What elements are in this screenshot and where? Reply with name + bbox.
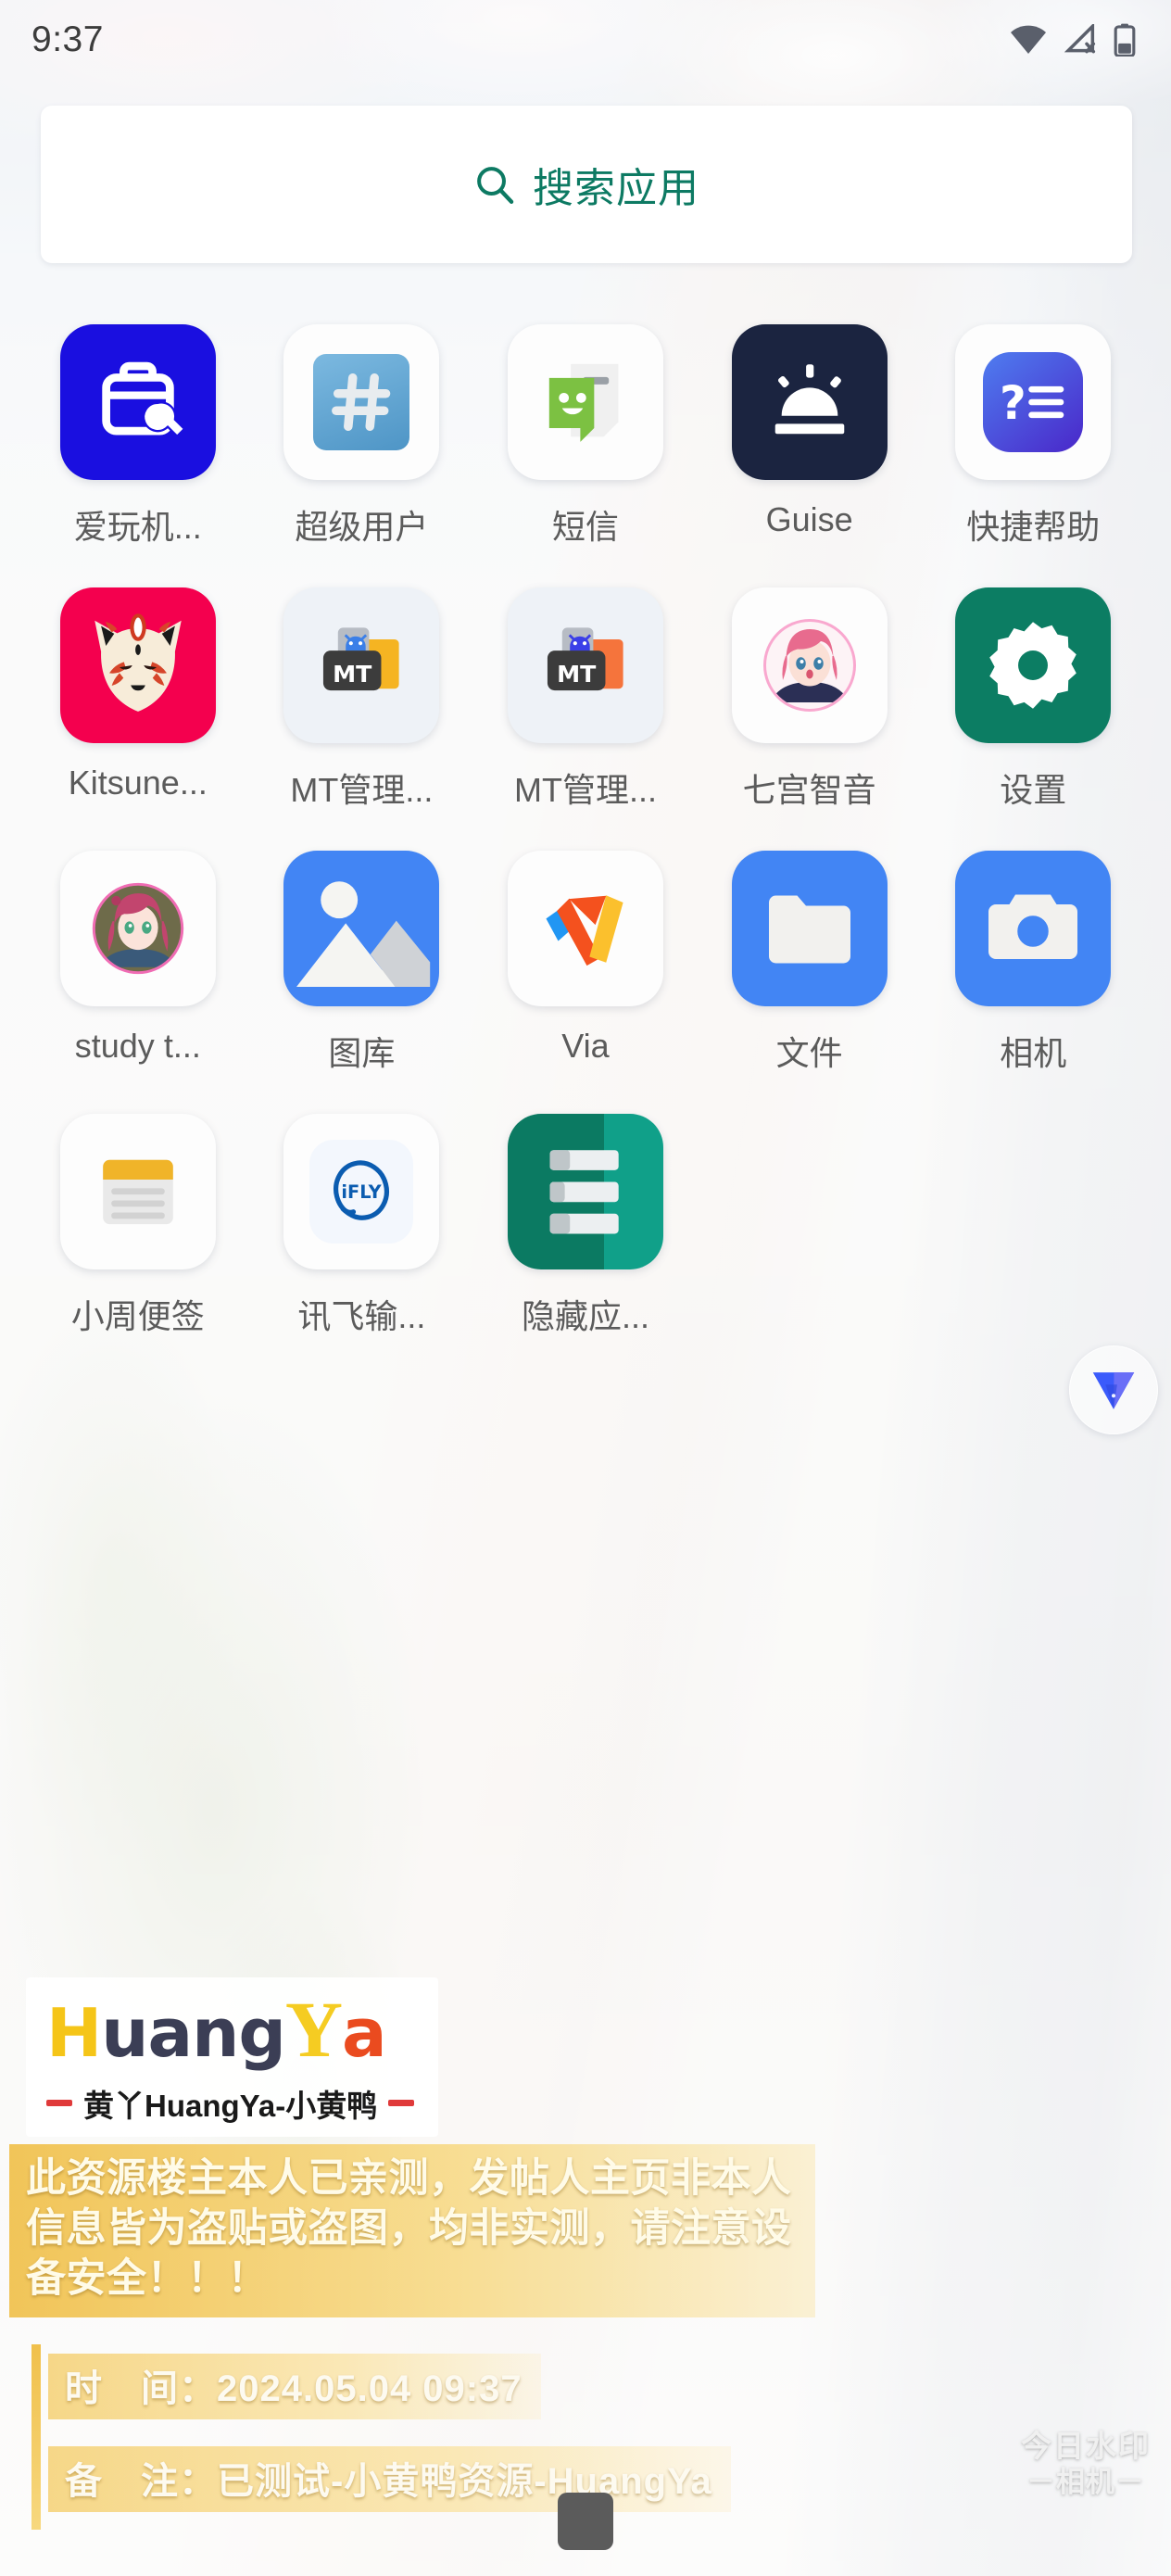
app-label: MT管理... <box>290 771 434 809</box>
svg-text:iFLY: iFLY <box>342 1181 383 1203</box>
app-tile-sms[interactable]: 短信 <box>473 324 698 549</box>
app-tile-mt-manager-2[interactable]: MT MT管理... <box>473 587 698 812</box>
status-bar-icons <box>1010 23 1136 57</box>
app-label: 短信 <box>551 508 619 546</box>
app-tile-ifly-ime[interactable]: iFLY 讯飞输... <box>250 1114 474 1338</box>
app-label: 图库 <box>328 1034 396 1072</box>
toolbox-wrench-icon[interactable] <box>59 324 216 480</box>
app-label: 相机 <box>1000 1034 1067 1072</box>
gallery-photo-icon[interactable] <box>283 851 440 1006</box>
files-folder-icon[interactable] <box>731 851 888 1006</box>
app-tile-files[interactable]: 文件 <box>698 851 922 1075</box>
app-tile-empty-1 <box>698 1114 922 1338</box>
notes-icon[interactable] <box>59 1114 216 1269</box>
app-tile-qigong-zhiyin[interactable]: 七宫智音 <box>698 587 922 812</box>
superuser-hash-icon[interactable] <box>283 324 440 480</box>
app-label: study t... <box>74 1027 201 1065</box>
app-label: Kitsune... <box>68 764 208 802</box>
quick-help-icon[interactable]: ? <box>955 324 1112 480</box>
recents-button[interactable] <box>558 2493 613 2550</box>
app-label: 快捷帮助 <box>966 508 1101 546</box>
ifly-ime-icon[interactable]: iFLY <box>283 1114 440 1269</box>
app-tile-kitsune[interactable]: Kitsune... <box>26 587 250 812</box>
svg-text:MT: MT <box>333 661 372 688</box>
app-tile-mt-manager-1[interactable]: MT MT管理... <box>250 587 474 812</box>
app-label: 小周便签 <box>70 1297 205 1335</box>
app-drawer-screen: 9:37 搜索应用 爱玩机... 超级用户 短信 Guise ? 快捷帮助 Ki… <box>0 0 1171 2576</box>
kitsune-fox-mask-icon[interactable] <box>59 587 216 743</box>
app-label: Guise <box>765 500 853 538</box>
app-tile-camera[interactable]: 相机 <box>921 851 1145 1075</box>
status-bar-clock: 9:37 <box>31 19 104 59</box>
svg-text:?: ? <box>1000 376 1026 430</box>
guise-dome-icon[interactable] <box>731 324 888 480</box>
app-tile-via[interactable]: Via <box>473 851 698 1075</box>
app-label: 爱玩机... <box>73 508 202 546</box>
app-label: Via <box>561 1027 610 1065</box>
wifi-icon <box>1011 25 1046 54</box>
search-icon <box>477 167 514 204</box>
app-label: 隐藏应... <box>521 1297 649 1335</box>
sms-message-icon[interactable] <box>507 324 663 480</box>
app-label: 超级用户 <box>295 508 429 546</box>
floating-via-button[interactable] <box>1069 1345 1158 1434</box>
via-browser-icon[interactable] <box>507 851 663 1006</box>
app-tile-study-t[interactable]: study t... <box>26 851 250 1075</box>
anime-avatar-icon[interactable] <box>731 587 888 743</box>
app-tile-notes[interactable]: 小周便签 <box>26 1114 250 1338</box>
battery-icon <box>1114 23 1136 57</box>
cellular-no-signal-icon <box>1064 24 1096 54</box>
hidden-apps-icon[interactable] <box>507 1114 663 1269</box>
app-label: 设置 <box>1000 771 1067 809</box>
settings-gear-icon[interactable] <box>955 587 1112 743</box>
app-tile-aiwanji[interactable]: 爱玩机... <box>26 324 250 549</box>
app-tile-superuser[interactable]: 超级用户 <box>250 324 474 549</box>
anime-avatar-2-icon[interactable] <box>59 851 216 1006</box>
app-tile-hidden-apps[interactable]: 隐藏应... <box>473 1114 698 1338</box>
app-label: 讯飞输... <box>297 1297 426 1335</box>
app-label: 七宫智音 <box>742 771 876 809</box>
camera-icon[interactable] <box>955 851 1112 1006</box>
app-tile-quickhelp[interactable]: ? 快捷帮助 <box>921 324 1145 549</box>
app-label: MT管理... <box>513 771 657 809</box>
mt-manager-yellow-icon[interactable]: MT <box>283 587 440 743</box>
svg-text:MT: MT <box>557 661 597 688</box>
status-bar: 9:37 <box>0 0 1171 80</box>
app-tile-empty-2 <box>921 1114 1145 1338</box>
search-input-placeholder: 搜索应用 <box>533 166 699 211</box>
app-label: 文件 <box>775 1034 843 1072</box>
search-apps-bar[interactable]: 搜索应用 <box>41 106 1132 263</box>
app-grid: 爱玩机... 超级用户 短信 Guise ? 快捷帮助 Kitsune... M… <box>0 324 1171 1338</box>
via-v-icon <box>1092 1372 1135 1409</box>
app-tile-guise[interactable]: Guise <box>698 324 922 549</box>
mt-manager-orange-icon[interactable]: MT <box>507 587 663 743</box>
app-tile-settings[interactable]: 设置 <box>921 587 1145 812</box>
app-tile-gallery[interactable]: 图库 <box>250 851 474 1075</box>
navigation-bar <box>0 2483 1171 2576</box>
